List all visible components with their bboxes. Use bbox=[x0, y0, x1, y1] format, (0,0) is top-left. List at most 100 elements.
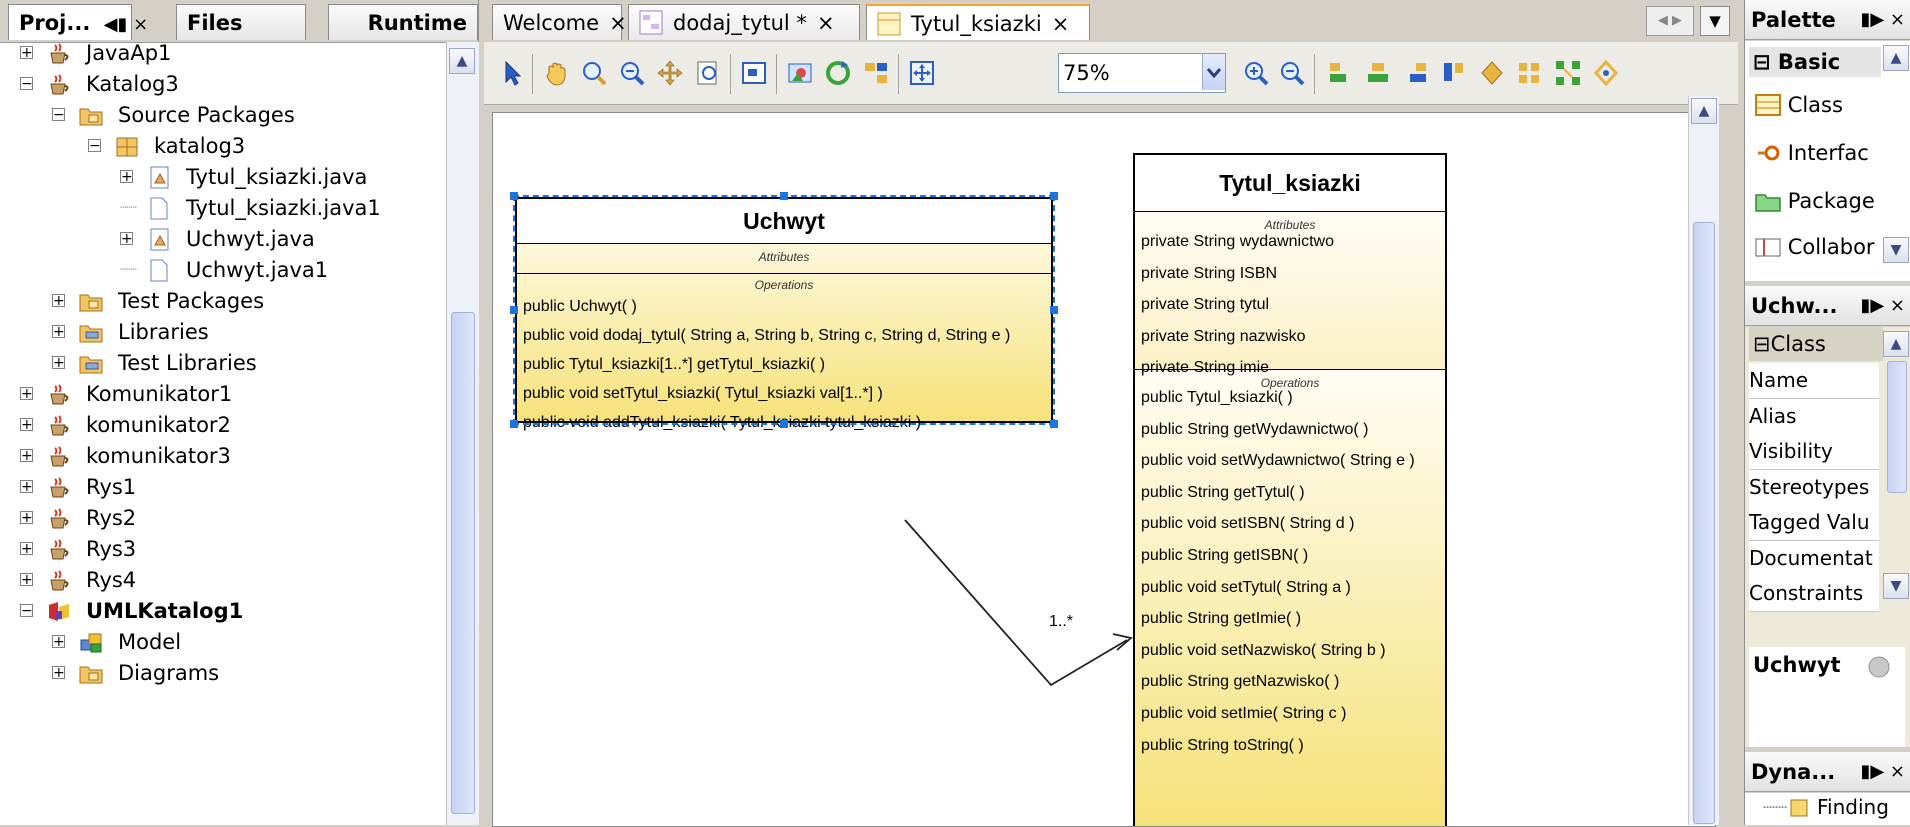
resize-handle[interactable] bbox=[1050, 192, 1058, 200]
diagram-canvas[interactable]: 1..* Uchwyt Attributes Operations public… bbox=[492, 112, 1716, 827]
resize-handle[interactable] bbox=[510, 420, 518, 428]
properties-title[interactable]: Uchw... ▮▶ × bbox=[1745, 286, 1910, 326]
properties-section-class[interactable]: ⊟Class bbox=[1749, 327, 1883, 361]
palette-section-basic[interactable]: ⊟ Basic bbox=[1749, 47, 1881, 77]
palette-item-class[interactable]: Class bbox=[1755, 93, 1843, 117]
tree-item[interactable]: + Diagrams bbox=[0, 655, 440, 691]
properties-scroll-down-button[interactable]: ▼ bbox=[1883, 573, 1909, 599]
overview-window-icon[interactable] bbox=[740, 59, 768, 87]
tytul-ksiazki-operation[interactable]: public void setImie( String c ) bbox=[1135, 698, 1445, 730]
uchwyt-operation[interactable]: public void dodaj_tytul( String a, Strin… bbox=[517, 321, 1051, 350]
property-row[interactable]: Stereotypes bbox=[1749, 469, 1879, 506]
tytul-ksiazki-operation[interactable]: public String toString( ) bbox=[1135, 730, 1445, 762]
symmetric-layout-icon[interactable] bbox=[1592, 59, 1620, 87]
tytul-ksiazki-attribute[interactable]: private String tytul bbox=[1135, 289, 1445, 321]
tytul-ksiazki-class-box[interactable]: Tytul_ksiazki Attributes private String … bbox=[1133, 153, 1447, 826]
canvas-scroll-thumb[interactable] bbox=[1693, 222, 1715, 824]
export-image-icon[interactable] bbox=[786, 59, 814, 87]
select-arrow-icon[interactable] bbox=[498, 59, 526, 87]
tab-projects-controls[interactable]: ◀▮ × bbox=[104, 14, 149, 35]
tab-scroll-buttons[interactable]: ◀ ▶ bbox=[1646, 6, 1694, 36]
expand-icon[interactable]: + bbox=[20, 418, 33, 432]
tytul-ksiazki-attribute[interactable]: private String nazwisko bbox=[1135, 321, 1445, 353]
zoom-select[interactable]: 75% bbox=[1058, 53, 1226, 93]
align-right-icon[interactable] bbox=[1402, 59, 1430, 87]
palette-controls[interactable]: ▮▶ × bbox=[1860, 0, 1905, 40]
dynamic-help-item[interactable]: Finding bbox=[1817, 795, 1889, 819]
palette-scroll-up-button[interactable]: ▲ bbox=[1883, 45, 1909, 71]
collapse-icon[interactable]: − bbox=[20, 77, 33, 91]
zoom-out-icon[interactable] bbox=[1278, 59, 1306, 87]
expand-icon[interactable]: + bbox=[52, 294, 65, 308]
expand-icon[interactable]: + bbox=[20, 480, 33, 494]
tab-welcome[interactable]: Welcome × bbox=[492, 4, 627, 40]
tytul-ksiazki-operation[interactable]: public String getWydawnictwo( ) bbox=[1135, 414, 1445, 446]
tab-welcome-close-icon[interactable]: × bbox=[609, 11, 627, 35]
tytul-ksiazki-operation[interactable]: public String getNazwisko( ) bbox=[1135, 666, 1445, 698]
orthogonal-layout-icon[interactable] bbox=[908, 59, 936, 87]
resize-handle[interactable] bbox=[780, 192, 788, 200]
expand-icon[interactable]: + bbox=[52, 356, 65, 370]
property-row[interactable]: Documentat bbox=[1749, 540, 1879, 577]
pan-hand-icon[interactable] bbox=[542, 59, 570, 87]
property-row[interactable]: Tagged Valu bbox=[1749, 505, 1879, 541]
expand-icon[interactable]: + bbox=[120, 170, 133, 184]
help-icon[interactable] bbox=[1867, 655, 1891, 679]
tree-scrollbar[interactable]: ▲ bbox=[446, 42, 479, 825]
tytul-ksiazki-operation[interactable]: public String getISBN( ) bbox=[1135, 540, 1445, 572]
collapse-icon[interactable]: − bbox=[20, 604, 33, 618]
expand-icon[interactable]: + bbox=[52, 666, 65, 680]
tab-tytul-ksiazki[interactable]: Tytul_ksiazki × bbox=[866, 4, 1090, 40]
align-bottom-icon[interactable] bbox=[1516, 59, 1544, 87]
tytul-ksiazki-operation[interactable]: public String getTytul( ) bbox=[1135, 477, 1445, 509]
tytul-ksiazki-operation[interactable]: public void setNazwisko( String b ) bbox=[1135, 635, 1445, 667]
zoom-marquee-icon[interactable] bbox=[580, 59, 608, 87]
expand-icon[interactable]: + bbox=[52, 325, 65, 339]
tree-scroll-thumb[interactable] bbox=[451, 312, 475, 814]
canvas-scroll-up-button[interactable]: ▲ bbox=[1691, 98, 1717, 124]
tytul-ksiazki-attribute[interactable]: private String ISBN bbox=[1135, 258, 1445, 290]
collapse-icon[interactable]: − bbox=[52, 108, 65, 122]
uchwyt-operation[interactable]: public void setTytul_ksiazki( Tytul_ksia… bbox=[517, 379, 1051, 408]
tab-tytul-ksiazki-close-icon[interactable]: × bbox=[1052, 12, 1070, 36]
palette-scroll-down-button[interactable]: ▼ bbox=[1883, 237, 1909, 263]
tytul-ksiazki-operation[interactable]: public void setWydawnictwo( String e ) bbox=[1135, 445, 1445, 477]
expand-icon[interactable]: + bbox=[20, 387, 33, 401]
align-left-icon[interactable] bbox=[1326, 59, 1354, 87]
expand-icon[interactable]: + bbox=[20, 573, 33, 587]
resize-handle[interactable] bbox=[510, 306, 518, 314]
properties-controls[interactable]: ▮▶ × bbox=[1860, 286, 1905, 326]
move-icon[interactable] bbox=[656, 59, 684, 87]
tree-scroll-up-button[interactable]: ▲ bbox=[449, 48, 475, 74]
expand-icon[interactable]: + bbox=[52, 635, 65, 649]
zoom-in-icon[interactable] bbox=[1242, 59, 1270, 87]
palette-item-collaboration[interactable]: Collabor bbox=[1755, 235, 1875, 259]
canvas-scrollbar[interactable]: ▲ bbox=[1688, 96, 1719, 825]
dynamic-help-title[interactable]: Dyna... ▮▶ × bbox=[1745, 752, 1910, 792]
resize-handle[interactable] bbox=[1050, 420, 1058, 428]
property-row[interactable]: Constraints bbox=[1749, 576, 1879, 612]
tab-list-dropdown-icon[interactable]: ▼ bbox=[1700, 6, 1730, 36]
tytul-ksiazki-operation[interactable]: public String getImie( ) bbox=[1135, 603, 1445, 635]
collapse-icon[interactable]: − bbox=[88, 139, 101, 153]
tab-files[interactable]: Files bbox=[176, 4, 306, 40]
expand-icon[interactable]: + bbox=[20, 542, 33, 556]
tytul-ksiazki-attribute[interactable]: private String wydawnictwo bbox=[1135, 226, 1445, 258]
tytul-ksiazki-operation[interactable]: public void setTytul( String a ) bbox=[1135, 572, 1445, 604]
expand-icon[interactable]: + bbox=[20, 511, 33, 525]
expand-icon[interactable]: + bbox=[20, 46, 33, 60]
tab-dodaj-tytul-close-icon[interactable]: × bbox=[817, 11, 835, 35]
expand-icon[interactable]: + bbox=[120, 232, 133, 246]
resize-handle[interactable] bbox=[1050, 306, 1058, 314]
properties-scroll-thumb[interactable] bbox=[1887, 361, 1907, 493]
incremental-layout-icon[interactable] bbox=[862, 59, 890, 87]
interactive-zoom-icon[interactable] bbox=[618, 59, 646, 87]
relayout-icon[interactable] bbox=[824, 59, 852, 87]
palette-title[interactable]: Palette ▮▶ × bbox=[1745, 0, 1910, 40]
palette-item-interface[interactable]: Interfac bbox=[1755, 141, 1869, 165]
property-row[interactable]: Visibility bbox=[1749, 434, 1879, 470]
resize-handle[interactable] bbox=[510, 192, 518, 200]
palette-item-package[interactable]: Package bbox=[1755, 189, 1875, 213]
property-row[interactable]: Alias bbox=[1749, 398, 1879, 435]
dynamic-help-controls[interactable]: ▮▶ × bbox=[1860, 752, 1905, 792]
